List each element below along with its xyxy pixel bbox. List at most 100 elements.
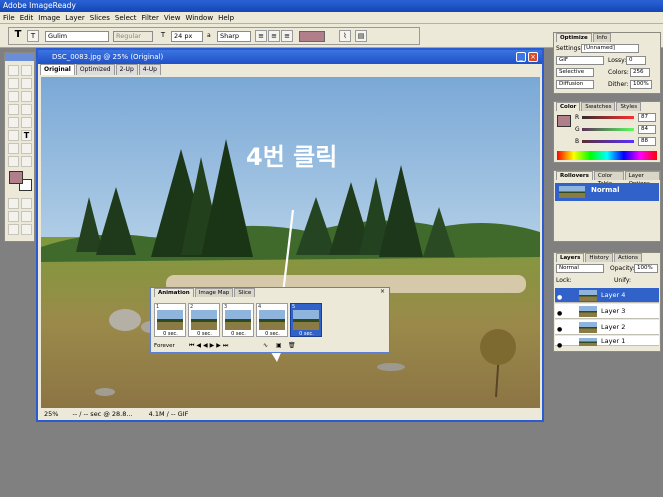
tab-optimized[interactable]: Optimized <box>75 64 115 75</box>
colors-field[interactable]: 256 <box>630 68 650 77</box>
loop-select[interactable]: Forever <box>154 343 175 349</box>
warp-text-icon[interactable]: ⌇ <box>339 30 351 42</box>
frame-delay[interactable]: 0 sec. <box>223 331 254 337</box>
tab-history[interactable]: History <box>585 253 613 262</box>
paint-bucket-tool[interactable] <box>21 117 32 128</box>
download-speed[interactable]: -- / -- sec @ 28.8... <box>73 410 133 418</box>
toggle-slice-visibility-icon[interactable] <box>8 198 19 209</box>
menu-file[interactable]: File <box>3 12 15 23</box>
slice-tool[interactable] <box>21 91 32 102</box>
align-left-icon[interactable]: ≡ <box>255 30 267 42</box>
eye-icon[interactable]: ● <box>557 307 562 321</box>
minimize-button[interactable]: _ <box>516 52 526 62</box>
menu-view[interactable]: View <box>164 12 181 23</box>
align-right-icon[interactable]: ≡ <box>281 30 293 42</box>
animation-frame-selected[interactable]: 5 0 sec. <box>290 303 322 337</box>
eraser-tool[interactable] <box>8 117 19 128</box>
menu-image[interactable]: Image <box>38 12 60 23</box>
font-style-select[interactable]: Regular <box>113 31 153 42</box>
close-button[interactable]: × <box>528 52 538 62</box>
frame-delay[interactable]: 0 sec. <box>189 331 220 337</box>
dither-method-select[interactable]: Diffusion <box>556 80 594 89</box>
tab-color-table[interactable]: Color Table <box>593 171 624 187</box>
eye-icon[interactable]: ● <box>557 339 562 353</box>
eye-icon[interactable]: ● <box>557 291 562 305</box>
tab-slice[interactable]: Slice <box>234 288 256 297</box>
blend-mode-select[interactable]: Normal <box>556 264 604 273</box>
file-size[interactable]: 4.1M / -- GIF <box>149 410 189 418</box>
zoom-tool[interactable] <box>21 156 32 167</box>
menu-slices[interactable]: Slices <box>90 12 110 23</box>
marquee-tool[interactable] <box>8 65 19 76</box>
menu-help[interactable]: Help <box>218 12 234 23</box>
magic-wand-tool[interactable] <box>21 78 32 89</box>
layer-row[interactable]: ● Layer 1 <box>555 336 659 349</box>
menu-layer[interactable]: Layer <box>65 12 85 23</box>
frame-delay[interactable]: 0 sec. <box>155 331 186 337</box>
delete-frame-icon[interactable]: 🗑 <box>288 342 296 349</box>
playback-controls[interactable]: ⏮◀◀▶▶⏭ <box>189 342 230 350</box>
lasso-tool[interactable] <box>8 78 19 89</box>
animation-frame[interactable]: 1 0 sec. <box>154 303 186 337</box>
animation-frame[interactable]: 4 0 sec. <box>256 303 288 337</box>
antialias-select[interactable]: Sharp <box>217 31 251 42</box>
tween-icon[interactable]: ∿ <box>263 342 268 349</box>
type-tool[interactable]: T <box>21 130 32 141</box>
tab-optimize[interactable]: Optimize <box>556 33 592 42</box>
tab-4-up[interactable]: 4-Up <box>138 64 161 75</box>
palettes-icon[interactable]: ▤ <box>355 30 367 42</box>
zoom-level[interactable]: 25% <box>44 410 58 418</box>
rollover-preview-icon[interactable] <box>8 211 19 222</box>
tab-styles[interactable]: Styles <box>616 102 642 111</box>
frame-delay[interactable]: 0 sec. <box>257 331 288 337</box>
screen-mode-icon[interactable] <box>8 224 19 235</box>
toggle-image-map-icon[interactable] <box>21 198 32 209</box>
tab-layer-options[interactable]: Layer Options <box>624 171 660 187</box>
palette-close-icon[interactable]: × <box>380 288 385 295</box>
pencil-tool[interactable] <box>21 104 32 115</box>
layer-row[interactable]: ● Layer 2 <box>555 320 659 335</box>
format-select[interactable]: GIF <box>556 56 604 65</box>
text-orientation-icon[interactable]: T <box>27 30 39 42</box>
tab-rollovers[interactable]: Rollovers <box>556 171 593 180</box>
tab-layers[interactable]: Layers <box>556 253 585 262</box>
menu-filter[interactable]: Filter <box>142 12 159 23</box>
move-tool[interactable] <box>21 65 32 76</box>
palette-select[interactable]: Selective <box>556 68 594 77</box>
animation-frame[interactable]: 3 0 sec. <box>222 303 254 337</box>
tab-original[interactable]: Original <box>40 64 75 75</box>
rollover-state-normal[interactable]: Normal <box>555 183 659 201</box>
tab-actions[interactable]: Actions <box>613 253 643 262</box>
font-family-select[interactable]: Gulim <box>45 31 109 42</box>
blue-value[interactable]: 88 <box>638 137 656 146</box>
font-size-select[interactable]: 24 px <box>171 31 203 42</box>
foreground-color-swatch[interactable] <box>9 171 23 184</box>
color-swatch[interactable] <box>557 115 571 127</box>
hand-tool[interactable] <box>21 143 32 154</box>
preview-in-browser-icon[interactable] <box>21 211 32 222</box>
jump-to-photoshop-icon[interactable] <box>21 224 32 235</box>
canvas-image[interactable]: 4번 클릭 <box>41 77 540 408</box>
crop-tool[interactable] <box>8 91 19 102</box>
tab-info[interactable]: Info <box>592 33 612 42</box>
layer-row[interactable]: ● Layer 4 <box>555 288 659 303</box>
tab-animation[interactable]: Animation <box>154 288 194 297</box>
tab-image-map[interactable]: Image Map <box>194 288 234 297</box>
tab-swatches[interactable]: Swatches <box>581 102 616 111</box>
animation-frame[interactable]: 2 0 sec. <box>188 303 220 337</box>
text-color-swatch[interactable] <box>299 31 325 42</box>
green-value[interactable]: 84 <box>638 125 656 134</box>
menu-edit[interactable]: Edit <box>20 12 34 23</box>
color-ramp[interactable] <box>557 151 657 160</box>
blue-slider[interactable] <box>582 140 634 143</box>
eyedropper-tool[interactable] <box>8 143 19 154</box>
layer-row[interactable]: ● Layer 3 <box>555 304 659 319</box>
duplicate-frame-icon[interactable]: ▣ <box>276 342 282 349</box>
shape-tool[interactable] <box>8 130 19 141</box>
menu-select[interactable]: Select <box>115 12 137 23</box>
green-slider[interactable] <box>582 128 634 131</box>
rollover-tool[interactable] <box>8 156 19 167</box>
opacity-field[interactable]: 100% <box>634 264 658 273</box>
tab-2-up[interactable]: 2-Up <box>115 64 138 75</box>
settings-select[interactable]: [Unnamed] <box>581 44 639 53</box>
